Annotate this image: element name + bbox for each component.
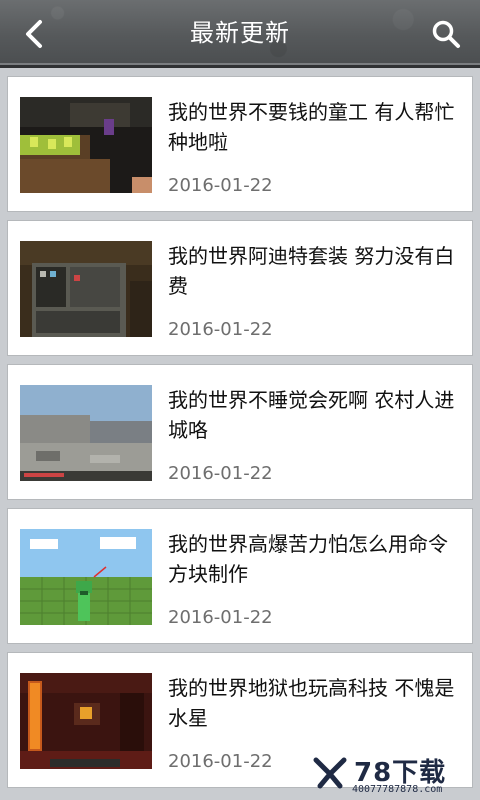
- article-title: 我的世界不要钱的童工 有人帮忙种地啦: [168, 100, 455, 154]
- search-icon: [432, 20, 460, 48]
- article-date: 2016-01-22: [168, 463, 273, 484]
- list-item[interactable]: 我的世界不要钱的童工 有人帮忙种地啦 2016-01-22: [7, 76, 473, 212]
- list-item[interactable]: 我的世界不睡觉会死啊 农村人进城咯 2016-01-22: [7, 364, 473, 500]
- watermark-url: 40077787878.com: [352, 784, 443, 795]
- list-item[interactable]: 我的世界高爆苦力怕怎么用命令方块制作 2016-01-22: [7, 508, 473, 644]
- list-item[interactable]: 我的世界阿迪特套装 努力没有白费 2016-01-22: [7, 220, 473, 356]
- article-date: 2016-01-22: [168, 319, 273, 340]
- watermark: 78下载 40077787878.com: [312, 750, 472, 798]
- article-thumbnail: [20, 673, 152, 769]
- article-title: 我的世界高爆苦力怕怎么用命令方块制作: [168, 532, 448, 586]
- article-date: 2016-01-22: [168, 175, 273, 196]
- article-thumbnail: [20, 385, 152, 481]
- article-thumbnail: [20, 241, 152, 337]
- brand-logo-icon: [313, 757, 347, 789]
- app-header: 最新更新: [0, 0, 480, 68]
- article-title: 我的世界阿迪特套装 努力没有白费: [168, 244, 455, 298]
- article-date: 2016-01-22: [168, 607, 273, 628]
- article-list: 我的世界不要钱的童工 有人帮忙种地啦 2016-01-22 我的世界阿迪特套装 …: [0, 68, 480, 800]
- search-button[interactable]: [426, 14, 466, 54]
- article-title: 我的世界地狱也玩高科技 不愧是水星: [168, 676, 455, 730]
- article-title: 我的世界不睡觉会死啊 农村人进城咯: [168, 388, 455, 442]
- page-title: 最新更新: [190, 19, 290, 47]
- article-thumbnail: [20, 529, 152, 625]
- article-thumbnail: [20, 97, 152, 193]
